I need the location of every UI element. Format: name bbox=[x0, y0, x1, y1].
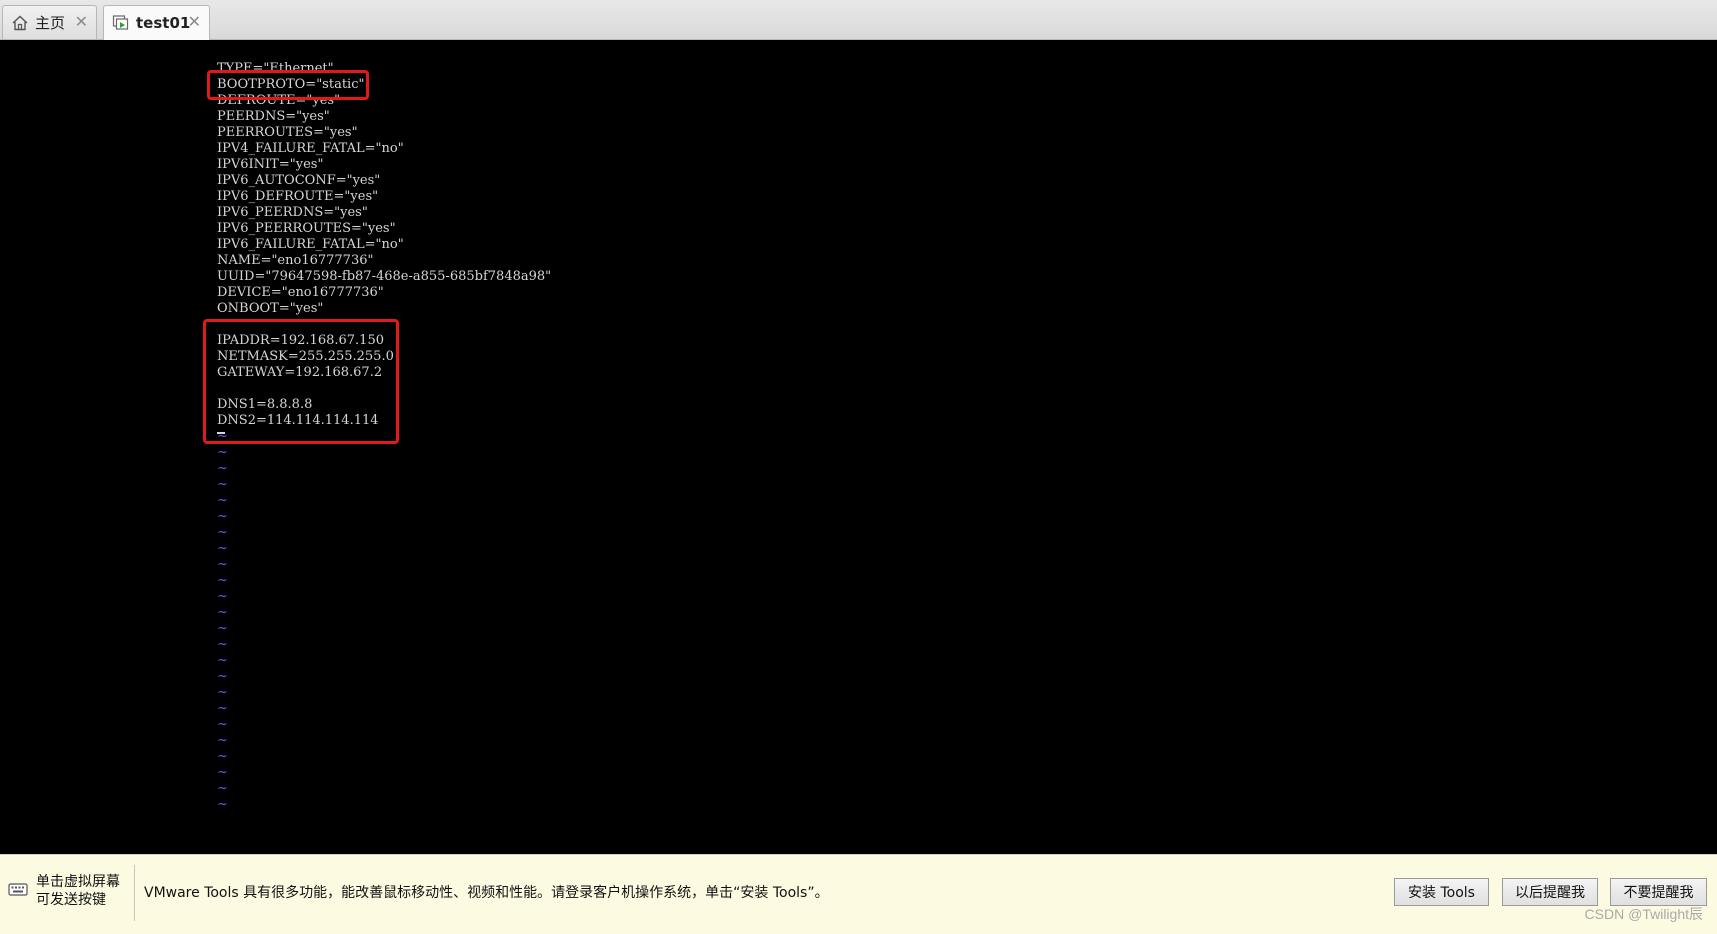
vim-empty-line-marker: ~ bbox=[217, 637, 228, 652]
vim-empty-line-marker: ~ bbox=[217, 605, 228, 620]
terminal-line: IPV6_PEERROUTES="yes" bbox=[217, 221, 396, 236]
vim-empty-line-marker: ~ bbox=[217, 525, 228, 540]
tab-home[interactable]: 主页 ✕ bbox=[2, 5, 97, 39]
vim-empty-line-marker: ~ bbox=[217, 749, 228, 764]
keyboard-icon bbox=[8, 881, 28, 899]
vim-empty-line-marker: ~ bbox=[217, 669, 228, 684]
vim-empty-line-marker: ~ bbox=[217, 733, 228, 748]
vim-empty-line-marker: ~ bbox=[217, 493, 228, 508]
watermark: CSDN @Twilight辰 bbox=[1584, 906, 1703, 922]
remind-later-button[interactable]: 以后提醒我 bbox=[1502, 878, 1598, 906]
vim-empty-line-marker: ~ bbox=[217, 653, 228, 668]
vim-empty-line-marker: ~ bbox=[217, 797, 228, 812]
terminal-line: PEERDNS="yes" bbox=[217, 109, 330, 124]
divider bbox=[134, 865, 135, 921]
vim-empty-line-marker: ~ bbox=[217, 717, 228, 732]
terminal-line: IPV6INIT="yes" bbox=[217, 157, 324, 172]
highlight-box-bootproto bbox=[207, 70, 369, 100]
highlight-box-network-settings bbox=[203, 319, 399, 444]
vm-console-screen[interactable]: TYPE="Ethernet" BOOTPROTO="static" DEFROUT… bbox=[0, 40, 1717, 854]
vim-empty-line-marker: ~ bbox=[217, 509, 228, 524]
vim-empty-line-marker: ~ bbox=[217, 445, 228, 460]
close-icon[interactable]: ✕ bbox=[75, 14, 88, 30]
vim-empty-line-marker: ~ bbox=[217, 701, 228, 716]
vim-empty-line-marker: ~ bbox=[217, 573, 228, 588]
vim-empty-line-marker: ~ bbox=[217, 477, 228, 492]
close-icon[interactable]: ✕ bbox=[188, 14, 201, 30]
vim-empty-line-marker: ~ bbox=[217, 621, 228, 636]
tab-test01-label: test01 bbox=[136, 14, 191, 32]
vim-empty-line-marker: ~ bbox=[217, 765, 228, 780]
vim-empty-line-marker: ~ bbox=[217, 685, 228, 700]
vim-empty-line-marker: ~ bbox=[217, 461, 228, 476]
hint-line-2: 可发送按键 bbox=[36, 892, 106, 908]
tab-test01[interactable]: test01 ✕ bbox=[103, 5, 210, 40]
hint-line-1: 单击虚拟屏幕 bbox=[36, 874, 120, 890]
terminal-line: IPV6_FAILURE_FATAL="no" bbox=[217, 237, 404, 252]
terminal-line: ONBOOT="yes" bbox=[217, 301, 324, 316]
click-screen-hint: 单击虚拟屏幕 可发送按键 bbox=[36, 873, 120, 909]
tab-home-label: 主页 bbox=[35, 14, 66, 32]
terminal-line: DEVICE="eno16777736" bbox=[217, 285, 384, 300]
install-tools-button[interactable]: 安装 Tools bbox=[1394, 878, 1489, 906]
terminal-line: IPV6_DEFROUTE="yes" bbox=[217, 189, 379, 204]
vm-icon bbox=[112, 14, 130, 32]
home-icon bbox=[11, 14, 29, 32]
vmware-tools-notification-bar: 单击虚拟屏幕 可发送按键 VMware Tools 具有很多功能，能改善鼠标移动… bbox=[0, 854, 1717, 934]
tab-bar: 主页 ✕ test01 ✕ bbox=[0, 0, 1717, 40]
terminal-line: NAME="eno16777736" bbox=[217, 253, 374, 268]
terminal-line: IPV4_FAILURE_FATAL="no" bbox=[217, 141, 404, 156]
vim-empty-line-marker: ~ bbox=[217, 557, 228, 572]
vmware-tools-message: VMware Tools 具有很多功能，能改善鼠标移动性、视频和性能。请登录客户… bbox=[144, 885, 829, 901]
terminal-line: IPV6_PEERDNS="yes" bbox=[217, 205, 368, 220]
terminal-line: PEERROUTES="yes" bbox=[217, 125, 358, 140]
vim-empty-line-marker: ~ bbox=[217, 781, 228, 796]
terminal-line: UUID="79647598-fb87-468e-a855-685bf7848a… bbox=[217, 269, 552, 284]
never-remind-button[interactable]: 不要提醒我 bbox=[1610, 878, 1707, 906]
vim-empty-line-marker: ~ bbox=[217, 589, 228, 604]
terminal-line: IPV6_AUTOCONF="yes" bbox=[217, 173, 381, 188]
vim-empty-line-marker: ~ bbox=[217, 541, 228, 556]
